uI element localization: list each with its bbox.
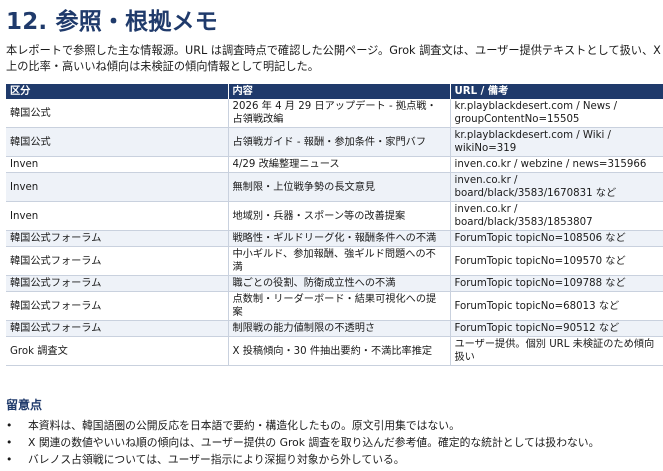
- cell-url-note: inven.co.kr / board/black/3583/1853807: [450, 201, 663, 231]
- header-category: 区分: [6, 84, 229, 99]
- bullet-icon: •: [6, 436, 13, 449]
- intro-line-1: 本レポートで参照した主な情報源。URL は調査時点で確認した公開ページ。Grok…: [6, 44, 661, 57]
- cell-content: 4/29 改編整理ニュース: [228, 156, 451, 173]
- note-item: • バレノス占領戦については、ユーザー指示により深掘り対象から外している。: [6, 451, 599, 468]
- table-row: Inven 無制限・上位戦争勢の長文意見 inven.co.kr / board/b…: [6, 172, 663, 202]
- cell-content: 2026 年 4 月 29 日アップデート - 拠点戦・占領戦改編: [228, 99, 451, 128]
- cell-category: Grok 調査文: [6, 336, 229, 366]
- cell-category: 韓国公式: [6, 127, 229, 157]
- cell-category: Inven: [6, 156, 229, 173]
- table-row: Inven 4/29 改編整理ニュース inven.co.kr / webzine …: [6, 156, 663, 173]
- note-text: X 関連の数値やいいね順の傾向は、ユーザー提供の Grok 調査を取り込んだ参考…: [28, 436, 600, 449]
- bullet-icon: •: [6, 419, 13, 432]
- cell-url-note: ForumTopic topicNo=109570 など: [450, 246, 663, 276]
- notes-title: 留意点: [6, 398, 43, 412]
- note-text: 本資料は、韓国語圏の公開反応を日本語で要約・構造化したもの。原文引用集ではない。: [28, 419, 460, 432]
- cell-category: 韓国公式フォーラム: [6, 246, 229, 276]
- cell-content: 無制限・上位戦争勢の長文意見: [228, 172, 451, 202]
- table-row: Grok 調査文 X 投稿傾向・30 件抽出要約・不満比率推定 ユーザー提供。個別 …: [6, 336, 663, 366]
- cell-category: Inven: [6, 201, 229, 231]
- note-item: • X 関連の数値やいいね順の傾向は、ユーザー提供の Grok 調査を取り込んだ参…: [6, 434, 599, 451]
- table-row: 韓国公式フォーラム 戦略性・ギルドリーグ化・報酬条件への不満 ForumTopic …: [6, 230, 663, 247]
- reference-table: 区分 内容 URL / 備考 韓国公式 2026 年 4 月 29 日アップデート…: [6, 84, 663, 366]
- cell-url-note: inven.co.kr / webzine / news=315966: [450, 156, 663, 173]
- cell-content: 中小ギルド、参加報酬、強ギルド問題への不満: [228, 246, 451, 276]
- cell-category: Inven: [6, 172, 229, 202]
- cell-url-note: ForumTopic topicNo=90512 など: [450, 320, 663, 337]
- header-url-note: URL / 備考: [450, 84, 663, 99]
- cell-content: 制限戦の能力値制限の不透明さ: [228, 320, 451, 337]
- cell-content: 地域別・兵器・スポーン等の改善提案: [228, 201, 451, 231]
- cell-category: 韓国公式フォーラム: [6, 230, 229, 247]
- table-row: 韓国公式フォーラム 中小ギルド、参加報酬、強ギルド問題への不満 ForumTopic…: [6, 246, 663, 276]
- page-title: 12. 参照・根拠メモ: [6, 9, 218, 35]
- cell-category: 韓国公式フォーラム: [6, 291, 229, 321]
- cell-url-note: ForumTopic topicNo=108506 など: [450, 230, 663, 247]
- note-text: バレノス占領戦については、ユーザー指示により深掘り対象から外している。: [28, 453, 405, 466]
- table-row: 韓国公式フォーラム 制限戦の能力値制限の不透明さ ForumTopic topicN…: [6, 320, 663, 337]
- cell-url-note: ForumTopic topicNo=109788 など: [450, 275, 663, 292]
- table-row: 韓国公式 占領戦ガイド - 報酬・参加条件・家門バフ kr.playblackdes…: [6, 127, 663, 157]
- cell-content: 占領戦ガイド - 報酬・参加条件・家門バフ: [228, 127, 451, 157]
- table-header-row: 区分 内容 URL / 備考: [6, 84, 663, 99]
- cell-url-note: kr.playblackdesert.com / News / groupCon…: [450, 99, 663, 128]
- table-row: Inven 地域別・兵器・スポーン等の改善提案 inven.co.kr / boar…: [6, 201, 663, 231]
- table-row: 韓国公式 2026 年 4 月 29 日アップデート - 拠点戦・占領戦改編 kr.…: [6, 99, 663, 128]
- cell-category: 韓国公式: [6, 99, 229, 128]
- cell-category: 韓国公式フォーラム: [6, 320, 229, 337]
- cell-url-note: ユーザー提供。個別 URL 未検証のため傾向扱い: [450, 336, 663, 366]
- cell-url-note: ForumTopic topicNo=68013 など: [450, 291, 663, 321]
- table-body: 韓国公式 2026 年 4 月 29 日アップデート - 拠点戦・占領戦改編 kr.…: [6, 99, 663, 366]
- cell-content: 職ごとの役割、防衛成立性への不満: [228, 275, 451, 292]
- cell-content: X 投稿傾向・30 件抽出要約・不満比率推定: [228, 336, 451, 366]
- cell-content: 点数制・リーダーボード・結果可視化への提案: [228, 291, 451, 321]
- notes-list: • 本資料は、韓国語圏の公開反応を日本語で要約・構造化したもの。原文引用集ではない…: [6, 417, 599, 468]
- cell-content: 戦略性・ギルドリーグ化・報酬条件への不満: [228, 230, 451, 247]
- cell-category: 韓国公式フォーラム: [6, 275, 229, 292]
- cell-url-note: inven.co.kr / board/black/3583/1670831 な…: [450, 172, 663, 202]
- header-content: 内容: [228, 84, 451, 99]
- intro-line-2: 上の比率・高いいね傾向は未検証の傾向情報として明記した。: [6, 60, 319, 73]
- bullet-icon: •: [6, 453, 13, 466]
- cell-url-note: kr.playblackdesert.com / Wiki / wikiNo=3…: [450, 127, 663, 157]
- intro-paragraph: 本レポートで参照した主な情報源。URL は調査時点で確認した公開ページ。Grok…: [6, 43, 663, 75]
- note-item: • 本資料は、韓国語圏の公開反応を日本語で要約・構造化したもの。原文引用集ではない…: [6, 417, 599, 434]
- table-row: 韓国公式フォーラム 職ごとの役割、防衛成立性への不満 ForumTopic topi…: [6, 275, 663, 292]
- table-row: 韓国公式フォーラム 点数制・リーダーボード・結果可視化への提案 ForumTopic…: [6, 291, 663, 321]
